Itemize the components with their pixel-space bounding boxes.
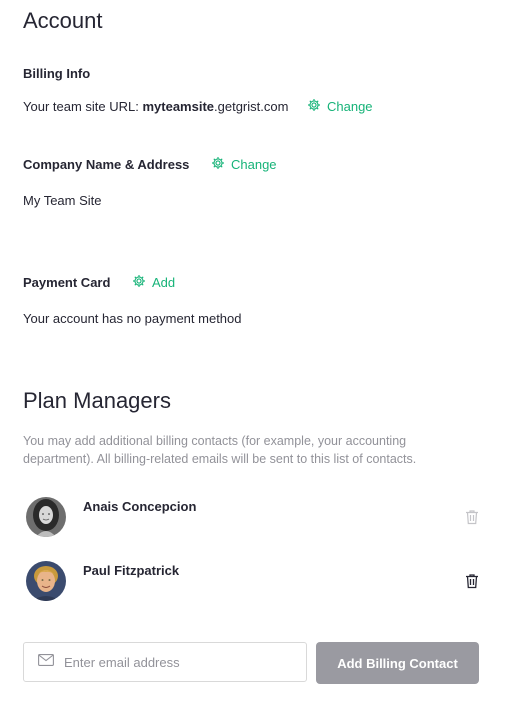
team-site-url-domain: .getgrist.com — [214, 99, 289, 114]
plan-manager-name: Anais Concepcion — [83, 499, 197, 514]
plan-managers-description: You may add additional billing contacts … — [23, 434, 417, 466]
company-heading: Company Name & Address — [23, 157, 190, 172]
plan-manager-name: Paul Fitzpatrick — [83, 563, 180, 578]
payment-status: Your account has no payment method — [23, 311, 242, 326]
add-payment-link[interactable]: Add — [132, 274, 175, 291]
team-site-url-subdomain: myteamsite — [142, 99, 215, 114]
add-billing-contact-button[interactable]: Add Billing Contact — [316, 642, 479, 684]
change-company-link[interactable]: Change — [211, 156, 277, 173]
change-site-url-label: Change — [327, 99, 373, 114]
payment-card-heading: Payment Card — [23, 275, 111, 290]
plan-manager-row: Anais Concepcion — [23, 497, 483, 541]
gear-icon — [132, 274, 146, 291]
plan-managers-title: Plan Managers — [23, 388, 171, 413]
change-company-label: Change — [231, 157, 277, 172]
team-site-url-prefix: Your team site URL: — [23, 99, 143, 114]
billing-info-heading: Billing Info — [23, 66, 91, 81]
add-payment-label: Add — [152, 275, 176, 290]
gear-icon — [211, 156, 225, 173]
account-title: Account — [23, 8, 103, 33]
trash-icon[interactable] — [465, 509, 479, 525]
team-site-url: Your team site URL: myteamsite.getgrist.… — [23, 99, 288, 114]
email-field[interactable] — [23, 642, 307, 682]
company-name: My Team Site — [23, 193, 102, 208]
trash-icon[interactable] — [465, 573, 479, 589]
plan-manager-row: Paul Fitzpatrick — [23, 561, 483, 605]
avatar — [26, 561, 66, 601]
change-site-url-link[interactable]: Change — [307, 98, 373, 115]
avatar — [26, 497, 66, 537]
email-input[interactable] — [64, 654, 284, 670]
mail-icon — [38, 653, 54, 671]
gear-icon — [307, 98, 321, 115]
